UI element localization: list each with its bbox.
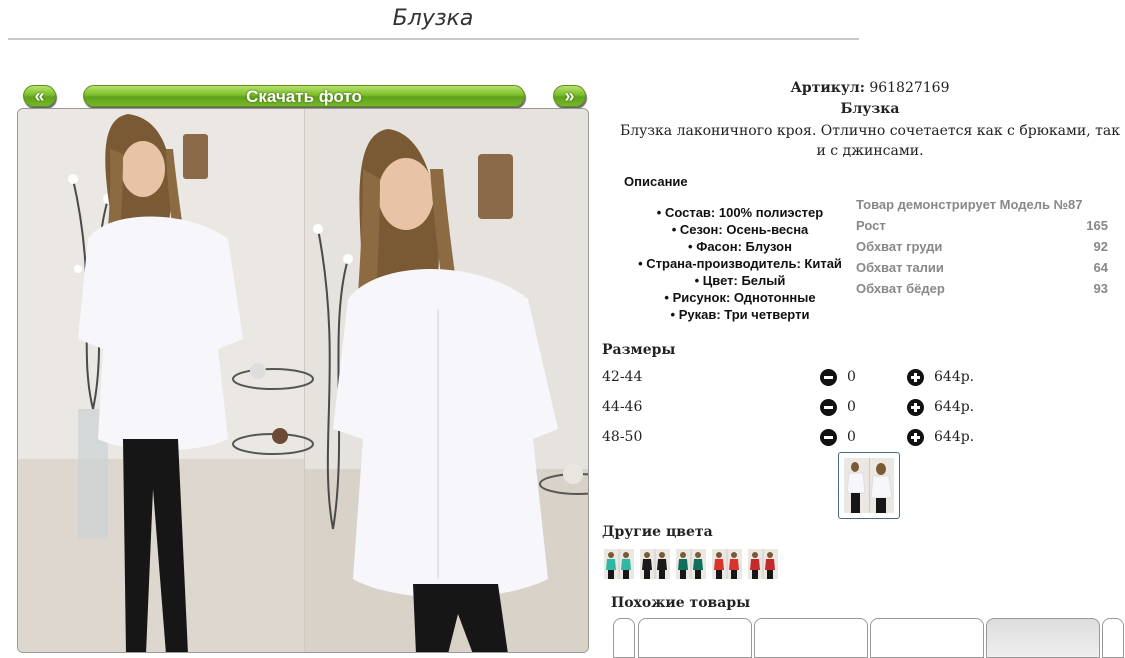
quantity-value: 0	[847, 399, 856, 415]
page-title: Блузка	[392, 6, 474, 31]
selected-photo-thumbnail[interactable]	[838, 452, 900, 519]
size-price: 644р.	[934, 399, 975, 415]
plus-circle-icon[interactable]	[907, 369, 924, 386]
model-row-value: 165	[1086, 218, 1108, 233]
model-row-label: Обхват груди	[856, 239, 943, 254]
color-variant-thumbnail[interactable]	[712, 549, 742, 579]
spec-item: Цвет: Белый	[620, 272, 860, 289]
size-row: 48-50 0 644р.	[602, 429, 1002, 449]
specs-list: Состав: 100% полиэстер Сезон: Осень-весн…	[620, 204, 860, 323]
spec-item: Рукав: Три четверти	[620, 306, 860, 323]
spec-item: Страна-производитель: Китай	[620, 255, 860, 272]
title-divider	[8, 38, 859, 40]
product-photo-image	[18, 109, 588, 652]
minus-circle-icon[interactable]	[820, 429, 837, 446]
model-row-value: 64	[1093, 260, 1108, 275]
other-colors-heading: Другие цвета	[602, 524, 713, 540]
model-row-value: 92	[1093, 239, 1108, 254]
size-label: 48-50	[602, 429, 643, 445]
model-row-label: Рост	[856, 218, 886, 233]
color-variant-thumbnail[interactable]	[640, 549, 670, 579]
similar-product-card[interactable]	[870, 618, 984, 658]
similar-product-card[interactable]	[986, 618, 1100, 658]
color-variant-thumbnail[interactable]	[604, 549, 634, 579]
color-variant-thumbnail[interactable]	[676, 549, 706, 579]
minus-circle-icon[interactable]	[820, 399, 837, 416]
model-row: Обхват бёдер 93	[856, 281, 1108, 302]
download-photo-button[interactable]: Скачать фото	[83, 85, 525, 107]
model-title: Товар демонстрирует Модель №87	[856, 197, 1083, 212]
model-row: Обхват груди 92	[856, 239, 1108, 260]
next-photo-button[interactable]: »	[553, 85, 586, 107]
similar-products-heading: Похожие товары	[611, 595, 751, 611]
model-row: Рост 165	[856, 218, 1108, 239]
article-value: 961827169	[869, 80, 950, 96]
spec-item: Сезон: Осень-весна	[620, 221, 860, 238]
sizes-heading: Размеры	[602, 342, 676, 358]
similar-product-card[interactable]	[638, 618, 752, 658]
minus-circle-icon[interactable]	[820, 369, 837, 386]
size-label: 42-44	[602, 369, 643, 385]
thumbnail-image	[844, 458, 894, 513]
model-row-value: 93	[1093, 281, 1108, 296]
spec-item: Фасон: Блузон	[620, 238, 860, 255]
prev-photo-button[interactable]: «	[23, 85, 56, 107]
size-price: 644р.	[934, 369, 975, 385]
size-label: 44-46	[602, 399, 643, 415]
article-line: Артикул: 961827169	[620, 80, 1120, 96]
similar-product-card[interactable]	[754, 618, 868, 658]
model-row-label: Обхват бёдер	[856, 281, 945, 296]
product-description: Блузка лаконичного кроя. Отлично сочетае…	[620, 123, 1120, 159]
specs-heading: Описание	[624, 174, 688, 189]
article-label: Артикул:	[790, 80, 865, 96]
spec-item: Рисунок: Однотонные	[620, 289, 860, 306]
plus-circle-icon[interactable]	[907, 429, 924, 446]
spec-item: Состав: 100% полиэстер	[620, 204, 860, 221]
plus-circle-icon[interactable]	[907, 399, 924, 416]
model-row-label: Обхват талии	[856, 260, 944, 275]
model-row: Обхват талии 64	[856, 260, 1108, 281]
product-photo[interactable]	[17, 108, 589, 653]
similar-prev-arrow[interactable]	[613, 618, 635, 658]
model-measurements: Товар демонстрирует Модель №87 Рост 165 О…	[856, 197, 1108, 302]
product-name: Блузка	[840, 101, 900, 117]
size-price: 644р.	[934, 429, 975, 445]
quantity-value: 0	[847, 369, 856, 385]
size-row: 42-44 0 644р.	[602, 369, 1002, 389]
size-row: 44-46 0 644р.	[602, 399, 1002, 419]
similar-next-arrow[interactable]	[1102, 618, 1124, 658]
quantity-value: 0	[847, 429, 856, 445]
color-variant-thumbnail[interactable]	[748, 549, 778, 579]
